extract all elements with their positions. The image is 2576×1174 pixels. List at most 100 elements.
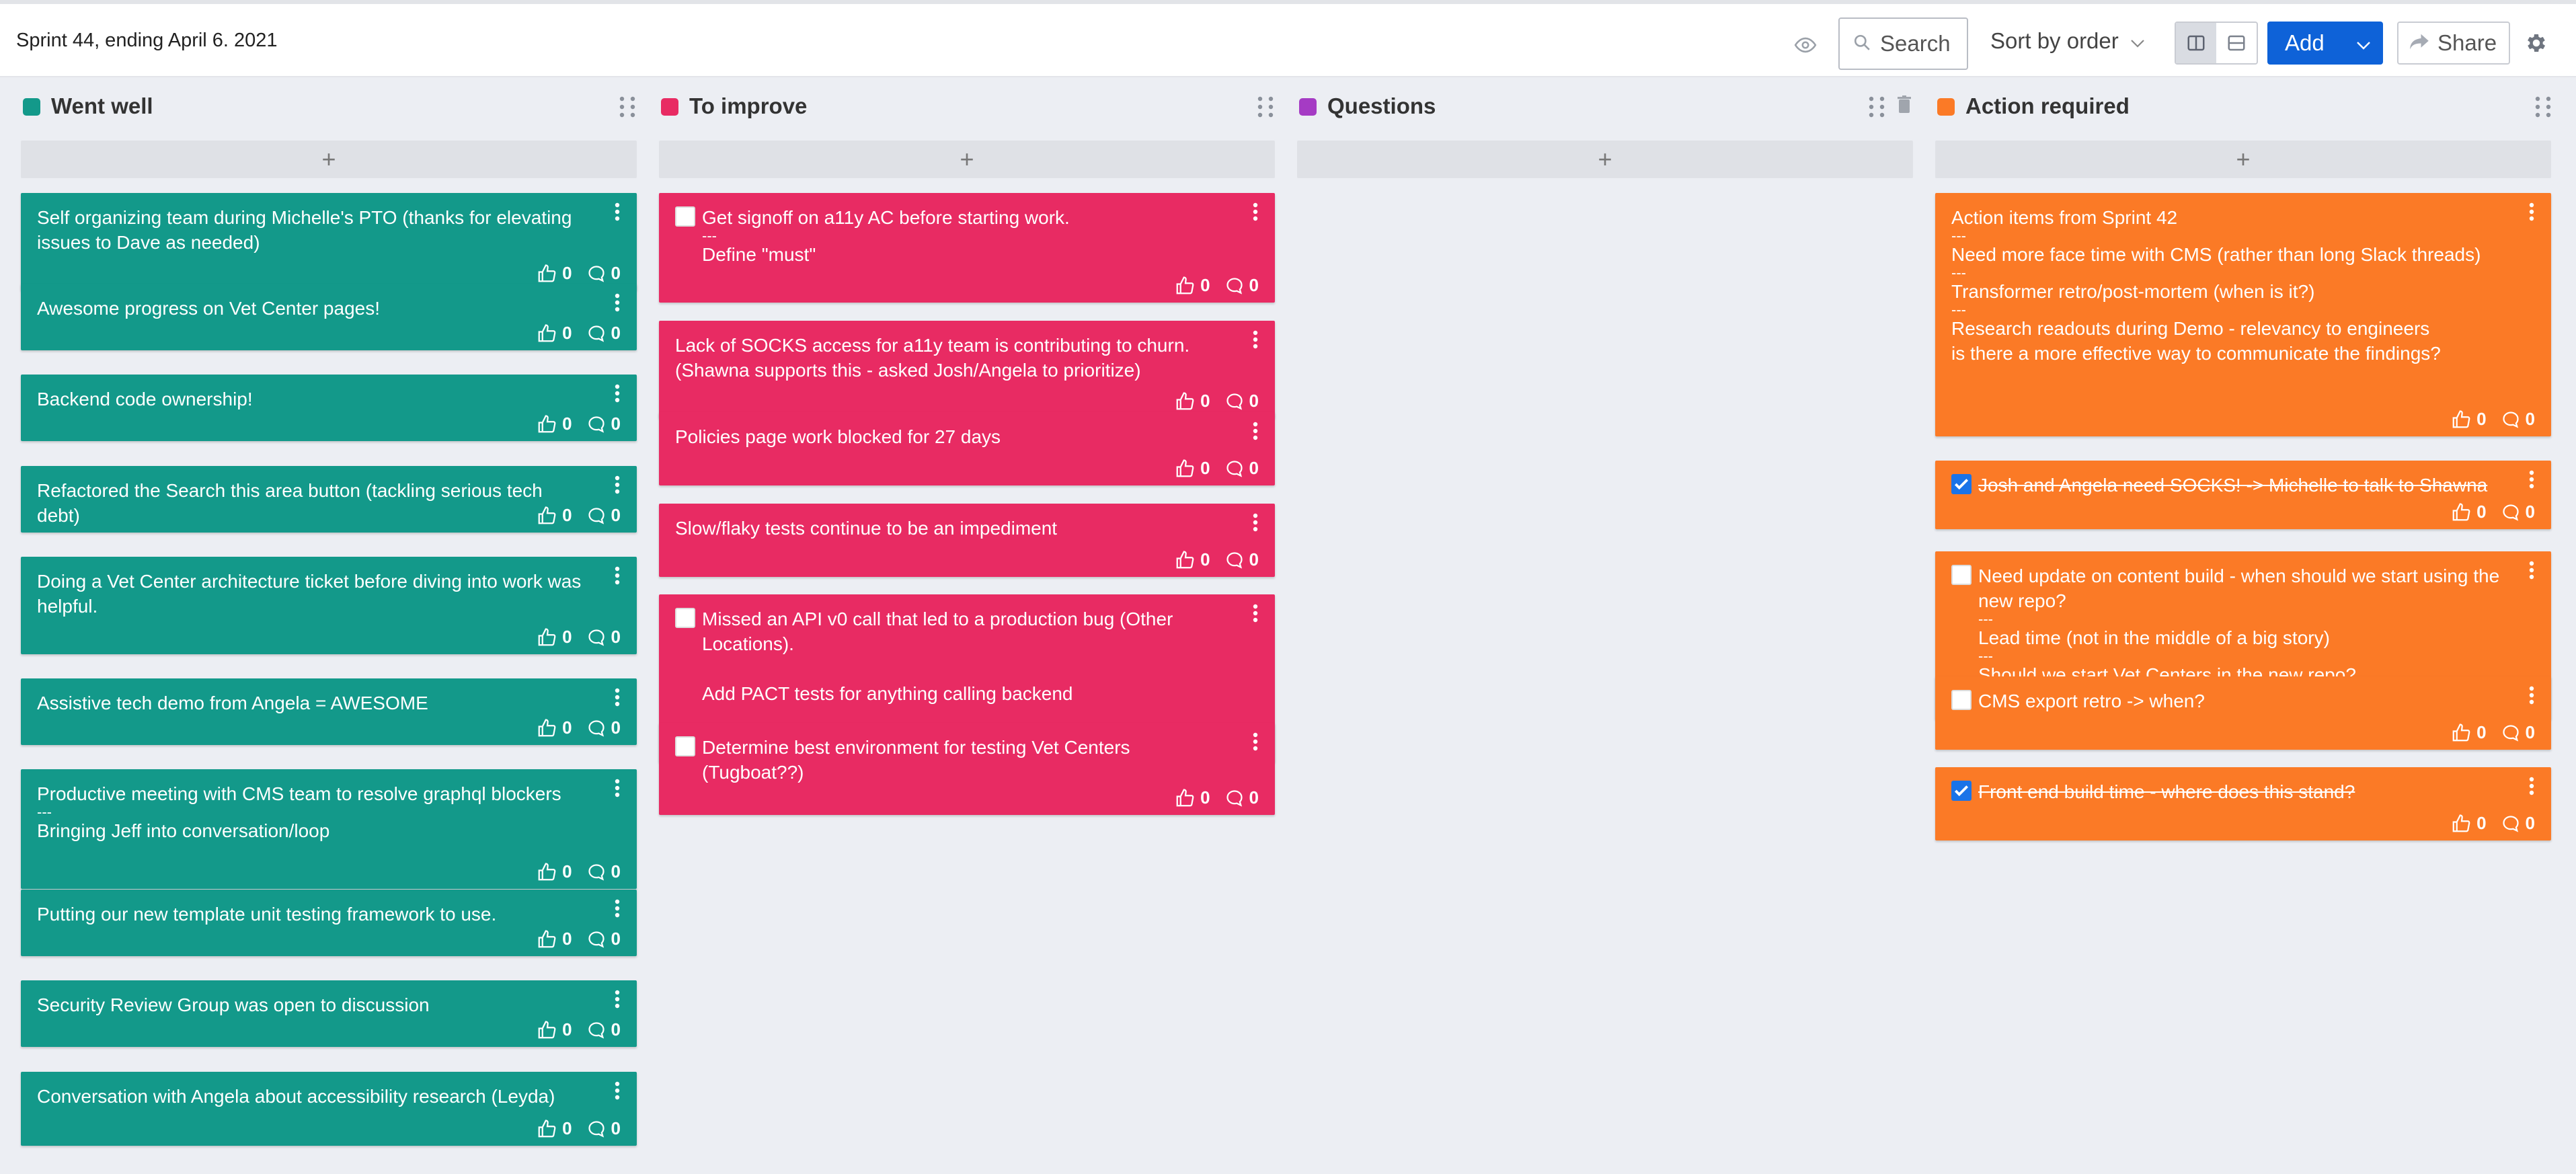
comment-icon[interactable] — [1225, 392, 1244, 411]
more-vertical-icon[interactable] — [1252, 422, 1259, 440]
retro-card[interactable]: CMS export retro -> when? 0 0 — [1935, 676, 2551, 750]
thumbs-up-icon[interactable] — [1175, 459, 1195, 479]
retro-card[interactable]: Refactored the Search this area button (… — [21, 466, 637, 533]
retro-card[interactable]: Backend code ownership! 0 0 — [21, 375, 637, 441]
comment-icon[interactable] — [1225, 551, 1244, 570]
comment-icon[interactable] — [1225, 276, 1244, 295]
thumbs-up-icon[interactable] — [537, 264, 557, 284]
comment-icon[interactable] — [587, 719, 606, 738]
drag-handle-icon[interactable] — [1256, 95, 1275, 119]
thumbs-up-icon[interactable] — [537, 718, 557, 738]
thumbs-up-icon[interactable] — [1175, 788, 1195, 808]
drag-handle-icon[interactable] — [2534, 95, 2552, 119]
card-checkbox[interactable] — [1951, 565, 1972, 585]
card-checkbox[interactable] — [675, 206, 695, 227]
more-vertical-icon[interactable] — [1252, 330, 1259, 349]
thumbs-up-icon[interactable] — [537, 627, 557, 648]
retro-card[interactable]: Assistive tech demo from Angela = AWESOM… — [21, 678, 637, 745]
retro-card[interactable]: Self organizing team during Michelle's P… — [21, 193, 637, 290]
retro-card[interactable]: Awesome progress on Vet Center pages! 0 0 — [21, 284, 637, 350]
thumbs-up-icon[interactable] — [537, 414, 557, 434]
more-vertical-icon[interactable] — [1252, 732, 1259, 751]
thumbs-up-icon[interactable] — [537, 506, 557, 526]
comment-icon[interactable] — [2501, 723, 2520, 742]
sort-dropdown[interactable]: Sort by order — [1990, 28, 2146, 54]
retro-card[interactable]: Security Review Group was open to discus… — [21, 980, 637, 1047]
comment-icon[interactable] — [2501, 814, 2520, 833]
card-checkbox[interactable] — [675, 608, 695, 628]
retro-card[interactable]: Josh and Angela need SOCKS! -> Michelle … — [1935, 461, 2551, 529]
more-vertical-icon[interactable] — [614, 779, 621, 797]
drag-handle-icon[interactable] — [1867, 95, 1886, 119]
more-vertical-icon[interactable] — [614, 1081, 621, 1100]
comment-icon[interactable] — [1225, 459, 1244, 478]
add-card-button[interactable]: + — [659, 141, 1275, 178]
thumbs-up-icon[interactable] — [2451, 814, 2471, 834]
more-vertical-icon[interactable] — [2528, 686, 2535, 705]
comment-icon[interactable] — [2501, 410, 2520, 429]
search-input[interactable]: Search — [1838, 17, 1968, 70]
card-checkbox[interactable] — [1951, 781, 1972, 801]
comment-icon[interactable] — [587, 506, 606, 525]
thumbs-up-icon[interactable] — [1175, 550, 1195, 570]
comment-icon[interactable] — [587, 930, 606, 949]
comment-icon[interactable] — [587, 863, 606, 882]
thumbs-up-icon[interactable] — [537, 862, 557, 882]
thumbs-up-icon[interactable] — [537, 929, 557, 949]
retro-card[interactable]: Determine best environment for testing V… — [659, 723, 1275, 815]
thumbs-up-icon[interactable] — [1175, 276, 1195, 296]
retro-card[interactable]: Slow/flaky tests continue to be an imped… — [659, 504, 1275, 577]
thumbs-up-icon[interactable] — [2451, 723, 2471, 743]
drag-handle-icon[interactable] — [618, 95, 637, 119]
thumbs-up-icon[interactable] — [1175, 391, 1195, 412]
thumbs-up-icon[interactable] — [537, 1020, 557, 1040]
retro-card[interactable]: Putting our new template unit testing fr… — [21, 890, 637, 956]
retro-card[interactable]: Front end build time - where does this s… — [1935, 767, 2551, 840]
add-card-button[interactable]: + — [1297, 141, 1913, 178]
comment-icon[interactable] — [587, 415, 606, 434]
card-checkbox[interactable] — [675, 736, 695, 756]
retro-card[interactable]: Productive meeting with CMS team to reso… — [21, 769, 637, 889]
more-vertical-icon[interactable] — [2528, 777, 2535, 795]
card-checkbox[interactable] — [1951, 690, 1972, 710]
comment-icon[interactable] — [587, 324, 606, 343]
more-vertical-icon[interactable] — [614, 202, 621, 221]
thumbs-up-icon[interactable] — [537, 323, 557, 344]
add-button[interactable]: Add — [2267, 22, 2383, 65]
more-vertical-icon[interactable] — [614, 384, 621, 403]
more-vertical-icon[interactable] — [614, 566, 621, 585]
trash-icon[interactable] — [1898, 95, 1911, 114]
retro-card[interactable]: Lack of SOCKS access for a11y team is co… — [659, 321, 1275, 418]
retro-card[interactable]: Get signoff on a11y AC before starting w… — [659, 193, 1275, 303]
chevron-down-icon[interactable] — [2355, 30, 2372, 56]
eye-icon[interactable] — [1794, 34, 1817, 56]
retro-card[interactable]: Action items from Sprint 42 --- Need more … — [1935, 193, 2551, 436]
more-vertical-icon[interactable] — [2528, 202, 2535, 221]
retro-card[interactable]: Conversation with Angela about accessibi… — [21, 1072, 637, 1146]
more-vertical-icon[interactable] — [1252, 604, 1259, 623]
more-vertical-icon[interactable] — [1252, 513, 1259, 532]
share-button[interactable]: Share — [2397, 22, 2510, 65]
more-vertical-icon[interactable] — [1252, 202, 1259, 221]
rows-view-icon[interactable] — [2216, 23, 2257, 63]
thumbs-up-icon[interactable] — [537, 1119, 557, 1139]
comment-icon[interactable] — [587, 1021, 606, 1040]
comment-icon[interactable] — [1225, 789, 1244, 808]
more-vertical-icon[interactable] — [614, 990, 621, 1009]
card-checkbox[interactable] — [1951, 474, 1972, 494]
retro-card[interactable]: Doing a Vet Center architecture ticket b… — [21, 557, 637, 654]
more-vertical-icon[interactable] — [614, 899, 621, 918]
add-card-button[interactable]: + — [1935, 141, 2551, 178]
columns-view-icon[interactable] — [2176, 23, 2216, 63]
more-vertical-icon[interactable] — [2528, 470, 2535, 489]
comment-icon[interactable] — [587, 1120, 606, 1138]
retro-card[interactable]: Policies page work blocked for 27 days 0 0 — [659, 412, 1275, 485]
add-card-button[interactable]: + — [21, 141, 637, 178]
comment-icon[interactable] — [587, 628, 606, 647]
comment-icon[interactable] — [2501, 503, 2520, 522]
more-vertical-icon[interactable] — [614, 293, 621, 312]
gear-icon[interactable] — [2524, 31, 2548, 55]
more-vertical-icon[interactable] — [2528, 561, 2535, 580]
comment-icon[interactable] — [587, 264, 606, 283]
thumbs-up-icon[interactable] — [2451, 502, 2471, 522]
